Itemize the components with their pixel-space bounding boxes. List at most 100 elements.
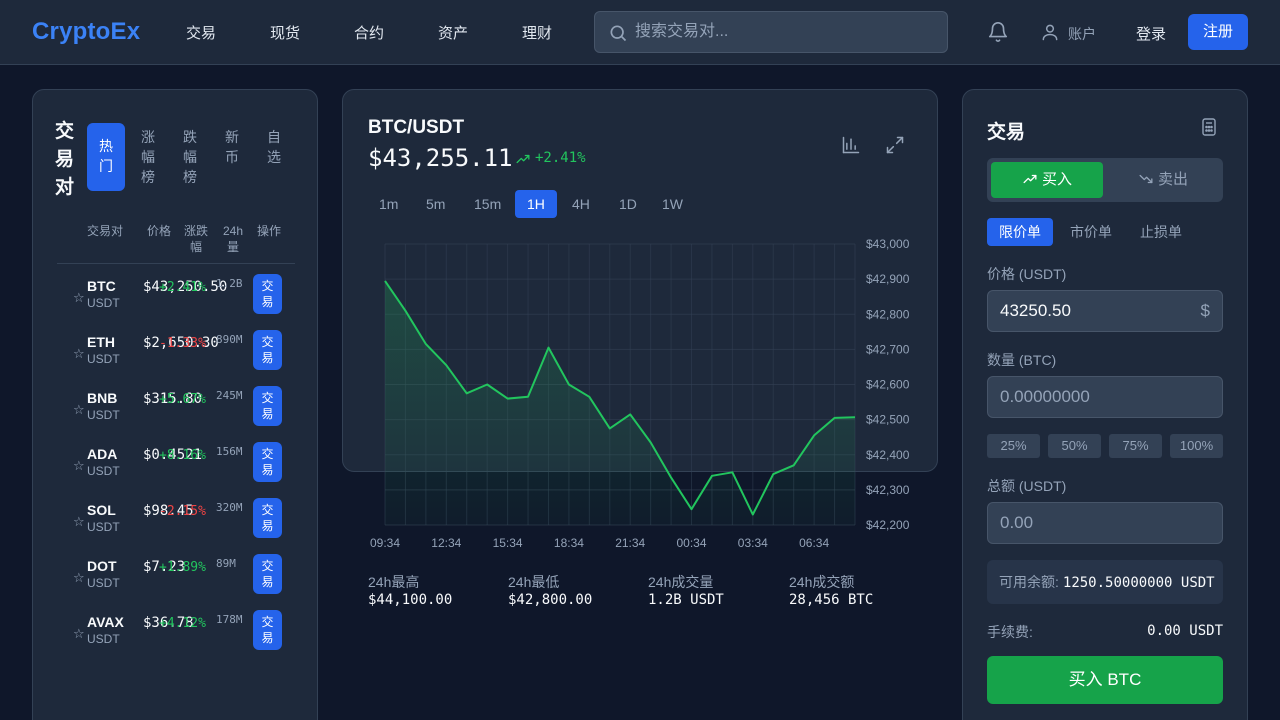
order-type-market[interactable]: 市价单 — [1058, 218, 1124, 246]
table-row[interactable]: ☆ BTC USDT $43,250.50 +2.41% 1.2B 交易 — [33, 274, 319, 333]
percent-50-button[interactable]: 50% — [1048, 434, 1101, 458]
register-button[interactable]: 注册 — [1188, 14, 1248, 50]
calculator-button[interactable] — [1201, 118, 1217, 141]
pair-symbol: ADA — [87, 446, 118, 462]
x-tick-label: 21:34 — [615, 536, 645, 550]
price-area — [385, 280, 855, 525]
submit-buy-button[interactable]: 买入 BTC — [987, 656, 1223, 704]
notification-button[interactable] — [987, 21, 1009, 48]
star-icon[interactable]: ☆ — [73, 290, 85, 306]
pair-symbol: BTC — [87, 278, 116, 294]
bar-chart-icon — [842, 136, 860, 154]
pair-quote: USDT — [87, 520, 120, 534]
amount-field[interactable] — [987, 376, 1223, 418]
total-label: 总额 (USDT) — [987, 478, 1067, 494]
pair-symbol: AVAX — [87, 614, 124, 630]
pair-volume: 320M — [216, 501, 243, 514]
table-row[interactable]: ☆ SOL USDT $98.45 -2.15% 320M 交易 — [33, 498, 319, 557]
y-tick-label: $42,200 — [866, 518, 910, 532]
tab-favorites[interactable]: 自选 — [255, 123, 293, 191]
x-tick-label: 03:34 — [738, 536, 768, 550]
pair-quote: USDT — [87, 352, 120, 366]
pair-quote: USDT — [87, 576, 120, 590]
star-icon[interactable]: ☆ — [73, 458, 85, 474]
trade-button[interactable]: 交易 — [253, 330, 282, 370]
star-icon[interactable]: ☆ — [73, 514, 85, 530]
balance-value: 1250.50000000 USDT — [1062, 575, 1215, 591]
percent-75-button[interactable]: 75% — [1109, 434, 1162, 458]
trade-button[interactable]: 交易 — [253, 442, 282, 482]
table-row[interactable]: ☆ ETH USDT $2,650.30 -1.33% 890M 交易 — [33, 330, 319, 389]
buy-sell-toggle: 买入 卖出 — [987, 158, 1223, 202]
pair-volume: 89M — [216, 557, 236, 570]
tab-losers[interactable]: 跌幅榜 — [171, 123, 209, 191]
order-type-stop[interactable]: 止损单 — [1128, 218, 1194, 246]
star-icon[interactable]: ☆ — [73, 570, 85, 586]
trade-button[interactable]: 交易 — [253, 554, 282, 594]
trade-button[interactable]: 交易 — [253, 274, 282, 314]
tab-hot[interactable]: 热门 — [87, 123, 125, 191]
table-row[interactable]: ☆ ADA USDT $0.4521 +8.16% 156M 交易 — [33, 442, 319, 501]
total-input[interactable] — [1000, 511, 1190, 535]
available-balance: 可用余额: 1250.50000000 USDT — [987, 560, 1223, 604]
nav-earn[interactable]: 理财 — [522, 22, 552, 43]
table-row[interactable]: ☆ AVAX USDT $36.78 +4.12% 178M 交易 — [33, 610, 319, 669]
table-row[interactable]: ☆ BNB USDT $315.80 +5.67% 245M 交易 — [33, 386, 319, 445]
nav-assets[interactable]: 资产 — [438, 22, 468, 43]
stat-turnover-label: 24h成交额 — [789, 574, 855, 590]
fee-label: 手续费: — [987, 624, 1033, 640]
nav-trade[interactable]: 交易 — [186, 22, 216, 43]
timeframe-4h[interactable]: 4H — [560, 190, 602, 218]
pair-quote: USDT — [87, 464, 120, 478]
total-field[interactable] — [987, 502, 1223, 544]
star-icon[interactable]: ☆ — [73, 626, 85, 642]
timeframe-1m[interactable]: 1m — [367, 190, 410, 218]
tab-new-coins[interactable]: 新币 — [213, 123, 251, 191]
price-field[interactable]: $ — [987, 290, 1223, 332]
bell-icon — [988, 22, 1008, 42]
sell-tab[interactable]: 卖出 — [1107, 162, 1219, 198]
stat-turnover-value: 28,456 BTC — [789, 592, 874, 608]
indicators-button[interactable] — [841, 135, 861, 155]
amount-input[interactable] — [1000, 385, 1190, 409]
fullscreen-button[interactable] — [885, 135, 905, 155]
stat-low-value: $42,800.00 — [508, 592, 593, 608]
timeframe-15m[interactable]: 15m — [462, 190, 513, 218]
trade-button[interactable]: 交易 — [253, 386, 282, 426]
percent-25-button[interactable]: 25% — [987, 434, 1040, 458]
trade-button[interactable]: 交易 — [253, 610, 282, 650]
logo[interactable]: CryptoEx — [32, 18, 140, 46]
y-tick-label: $42,400 — [866, 448, 910, 462]
search-input[interactable] — [635, 20, 935, 44]
order-type-limit[interactable]: 限价单 — [987, 218, 1053, 246]
trade-button[interactable]: 交易 — [253, 498, 282, 538]
trade-title: 交易 — [987, 122, 1026, 143]
pair-change: -2.15% — [159, 504, 206, 519]
timeframe-1d[interactable]: 1D — [607, 190, 649, 218]
pair-change: +2.41% — [159, 280, 206, 295]
tab-gainers[interactable]: 涨幅榜 — [129, 123, 167, 191]
table-row[interactable]: ☆ DOT USDT $7.23 +1.89% 89M 交易 — [33, 554, 319, 613]
login-button[interactable]: 登录 — [1136, 23, 1166, 44]
pair-volume: 1.2B — [216, 277, 243, 290]
stat-volume-value: 1.2B USDT — [648, 592, 724, 608]
timeframe-5m[interactable]: 5m — [414, 190, 457, 218]
pair-change: +8.16% — [159, 448, 206, 463]
timeframe-1h[interactable]: 1H — [515, 190, 557, 218]
timeframe-1w[interactable]: 1W — [650, 190, 695, 218]
pair-quote: USDT — [87, 408, 120, 422]
search-box[interactable] — [594, 11, 948, 53]
x-tick-label: 12:34 — [431, 536, 461, 550]
star-icon[interactable]: ☆ — [73, 402, 85, 418]
star-icon[interactable]: ☆ — [73, 346, 85, 362]
buy-tab[interactable]: 买入 — [991, 162, 1103, 198]
x-tick-label: 00:34 — [677, 536, 707, 550]
percent-100-button[interactable]: 100% — [1170, 434, 1223, 458]
price-input[interactable] — [1000, 299, 1190, 323]
nav-spot[interactable]: 现货 — [270, 22, 300, 43]
y-tick-label: $42,800 — [866, 307, 910, 321]
pair-change: +1.89% — [159, 560, 206, 575]
amount-label: 数量 (BTC) — [987, 352, 1057, 368]
price-chart[interactable]: $43,000 $42,900 $42,800 $42,700 $42,600 $42,5… — [342, 230, 922, 560]
nav-futures[interactable]: 合约 — [354, 22, 384, 43]
